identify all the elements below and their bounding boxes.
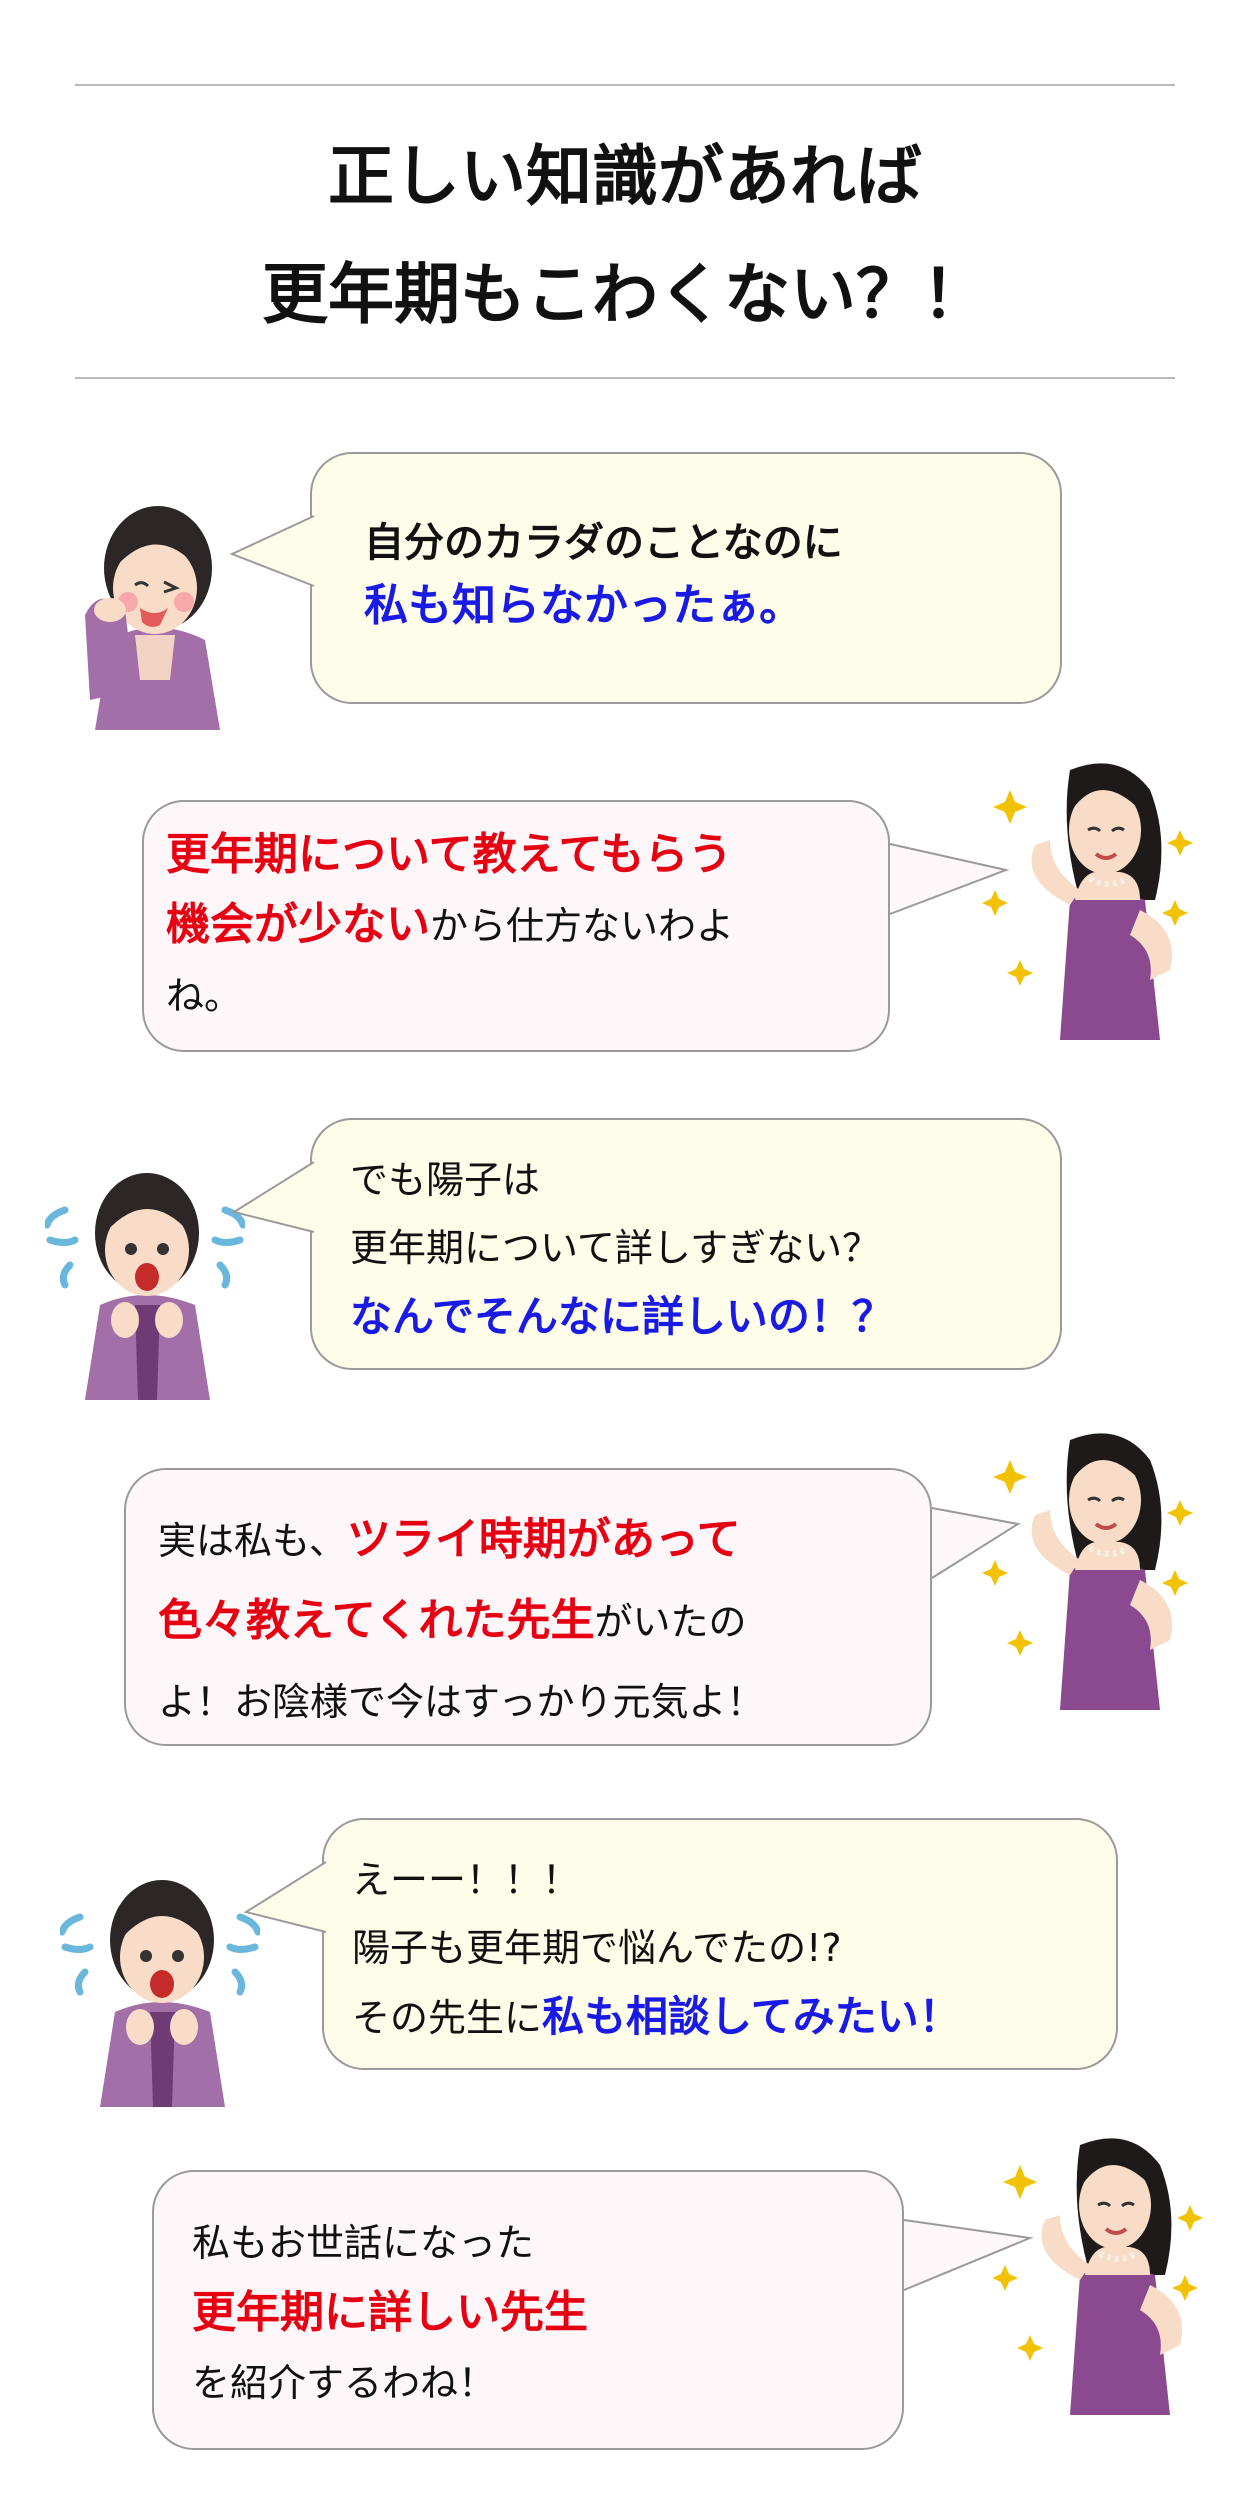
line-5c-text: その先生に	[352, 1996, 543, 2040]
bottom-divider	[75, 377, 1175, 379]
bubble-tail-5	[243, 1861, 327, 1933]
glamorous-woman-icon	[982, 763, 1193, 1040]
line-4b-text: がいたの	[594, 1600, 747, 1644]
line-6a-text: 私もお世話になった	[192, 2221, 535, 2265]
line-6b-red-text: 更年期に詳しい先生	[192, 2287, 588, 2338]
bubble-tail-3	[231, 1161, 315, 1233]
line-3a-text: でも陽子は	[350, 1158, 541, 1202]
title-line-2: 更年期もこわくない？！	[262, 256, 988, 333]
bubble-1-text: 自分のカラダのことなのに 私も知らなかったぁ。	[364, 512, 843, 638]
title-line-1: 正しい知識があれば	[328, 138, 922, 215]
line-2-red-text: 更年期について教えてもらう	[166, 829, 733, 880]
line-4a-red-text: ツライ時期があって	[346, 1514, 741, 1565]
speech-bubble-2: 更年期について教えてもらう 機会が少ないから仕方ないわよ ね。	[142, 800, 1010, 1052]
line-4c-text: よ！お陰様で今はすっかり元気よ！	[158, 1680, 765, 1724]
line-2c-text: ね。	[166, 974, 243, 1018]
bubble-3-text: でも陽子は 更年期について詳しすぎない？ なんでそんなに詳しいの！？	[350, 1146, 894, 1352]
surprised-woman-icon	[45, 1173, 245, 1400]
line-2b-text: から仕方ないわよ	[430, 904, 735, 948]
line-4a-text: 実は私も、	[158, 1519, 347, 1563]
line-3b-text: 更年期について詳しすぎない？	[350, 1226, 881, 1270]
line-2b-red-text: 機会が少ない	[166, 899, 430, 950]
bubble-tail-1	[229, 515, 315, 587]
speech-bubble-3: でも陽子は 更年期について詳しすぎない？ なんでそんなに詳しいの！？	[231, 1118, 1062, 1370]
bubble-5-text: えーー！！！ 陽子も更年期で悩んでたの!? その先生に私も相談してみたい！	[352, 1846, 961, 2061]
line-3c-blue-text: なんでそんなに詳しいの！？	[350, 1292, 894, 1341]
speech-bubble-6: 私もお世話になった 更年期に詳しい先生 を紹介するわね！	[152, 2170, 1034, 2450]
line-5c-blue-text: 私も相談してみたい！	[542, 1992, 961, 2041]
top-divider	[75, 84, 1175, 86]
page-title: 正しい知識があれば 更年期もこわくない？！	[0, 118, 1250, 354]
speech-bubble-1: 自分のカラダのことなのに 私も知らなかったぁ。	[229, 452, 1062, 704]
bubble-2-text: 更年期について教えてもらう 機会が少ないから仕方ないわよ ね。	[166, 820, 734, 1031]
woman-hand-on-neck-icon	[85, 506, 220, 730]
line-5a-text: えーー！！！	[352, 1858, 581, 1902]
speech-bubble-5: えーー！！！ 陽子も更年期で悩んでたの!? その先生に私も相談してみたい！	[243, 1818, 1118, 2070]
line-1-text: 自分のカラダのことなのに	[364, 520, 843, 566]
glamorous-woman-icon	[992, 2138, 1203, 2415]
glamorous-woman-icon	[982, 1433, 1193, 1710]
bubble-4-text: 実は私も、ツライ時期があって 色々教えてくれた先生がいたの よ！お陰様で今はすっ…	[158, 1504, 764, 1738]
bubble-6-text: 私もお世話になった 更年期に詳しい先生 を紹介するわね！	[192, 2208, 588, 2418]
surprised-woman-icon	[60, 1880, 260, 2107]
speech-bubble-4: 実は私も、ツライ時期があって 色々教えてくれた先生がいたの よ！お陰様で今はすっ…	[124, 1468, 1021, 1746]
line-6c-text: を紹介するわね！	[192, 2361, 497, 2405]
line-4b-red-text: 色々教えてくれた先生	[158, 1595, 595, 1646]
line-5b-text: 陽子も更年期で悩んでたの!?	[352, 1926, 842, 1970]
line-1-blue-text: 私も知らなかったぁ。	[364, 580, 804, 631]
